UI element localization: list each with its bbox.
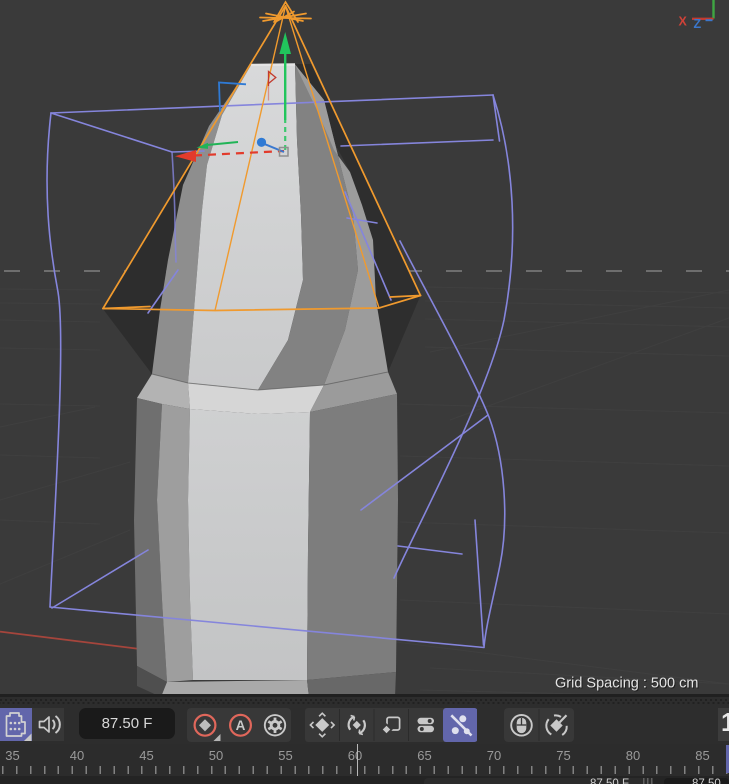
svg-text:A: A bbox=[235, 718, 245, 733]
svg-text:Z: Z bbox=[694, 17, 702, 31]
svg-text:Grid Spacing : 500 cm: Grid Spacing : 500 cm bbox=[555, 676, 698, 692]
svg-text:X: X bbox=[679, 15, 688, 29]
